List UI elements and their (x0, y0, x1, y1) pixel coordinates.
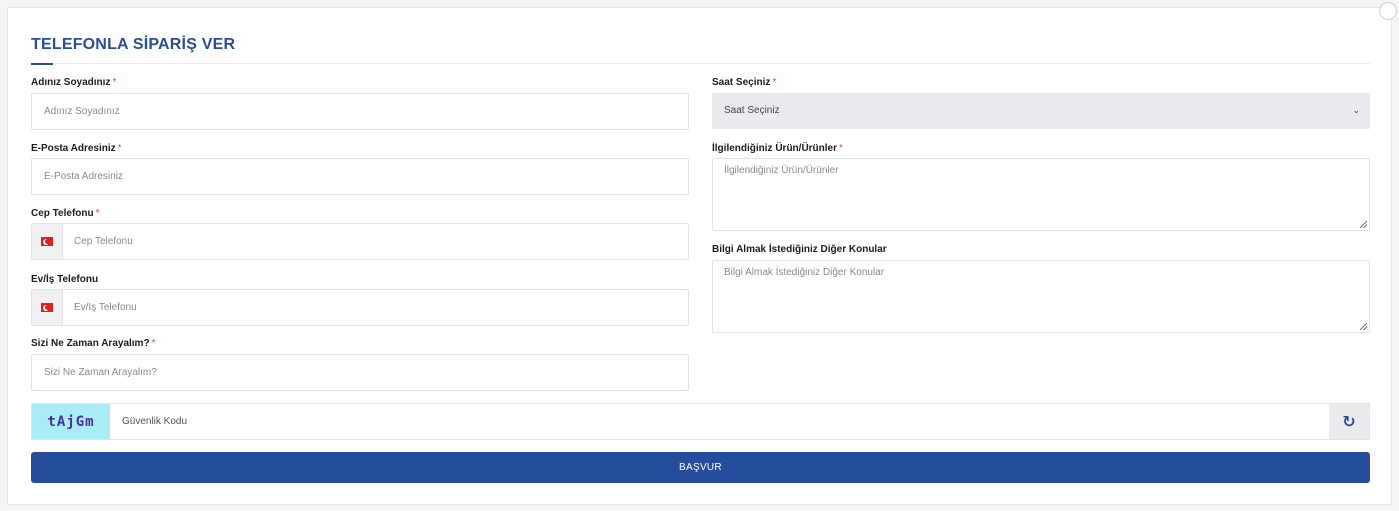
resize-handle-icon[interactable] (1360, 221, 1367, 228)
refresh-icon: ↻ (1342, 413, 1356, 431)
home-phone-input[interactable] (62, 290, 688, 325)
call-time-field[interactable] (31, 354, 689, 391)
call-time-label: Sizi Ne Zaman Arayalım? * (31, 338, 156, 349)
mobile-field[interactable] (31, 223, 689, 260)
country-select[interactable] (32, 290, 63, 325)
email-field[interactable] (31, 158, 689, 195)
products-label: İlgilendiğiniz Ürün/Ürünler * (712, 143, 843, 154)
other-topics-field[interactable] (712, 260, 1370, 333)
name-label: Adınız Soyadınız * (31, 77, 117, 88)
products-textarea[interactable] (713, 159, 1369, 230)
email-label: E-Posta Adresiniz * (31, 143, 122, 154)
other-topics-textarea[interactable] (713, 261, 1369, 332)
turkey-flag-icon (41, 237, 53, 246)
home-phone-field[interactable] (31, 289, 689, 326)
chevron-down-icon: ⌄ (1352, 105, 1360, 115)
resize-handle-icon[interactable] (1360, 323, 1367, 330)
title-divider (31, 63, 1370, 64)
page-title: TELEFONLA SİPARİŞ VER (31, 36, 236, 53)
call-time-input[interactable] (32, 355, 688, 390)
products-field[interactable] (712, 158, 1370, 231)
other-topics-label: Bilgi Almak İstediğiniz Diğer Konular (712, 244, 887, 255)
hour-label: Saat Seçiniz * (712, 77, 777, 88)
name-input[interactable] (32, 94, 688, 129)
country-select[interactable] (32, 224, 63, 259)
mobile-label: Cep Telefonu * (31, 208, 100, 219)
home-phone-label: Ev/İş Telefonu (31, 274, 99, 285)
corner-circle-icon (1379, 2, 1397, 20)
name-field[interactable] (31, 93, 689, 130)
title-underline (31, 63, 53, 65)
submit-button[interactable]: BAŞVUR (31, 452, 1370, 483)
refresh-captcha-button[interactable]: ↻ (1329, 404, 1369, 439)
turkey-flag-icon (41, 303, 53, 312)
email-input[interactable] (32, 159, 688, 194)
order-form-panel: TELEFONLA SİPARİŞ VER Adınız Soyadınız * … (7, 2, 1397, 505)
captcha-image: tAjGm (32, 404, 110, 439)
captcha-row: tAjGm ↻ (31, 403, 1370, 440)
hour-select-value: Saat Seçiniz (724, 105, 780, 116)
captcha-input[interactable] (110, 404, 1329, 439)
mobile-input[interactable] (62, 224, 688, 259)
hour-select[interactable]: Saat Seçiniz ⌄ (712, 93, 1370, 129)
